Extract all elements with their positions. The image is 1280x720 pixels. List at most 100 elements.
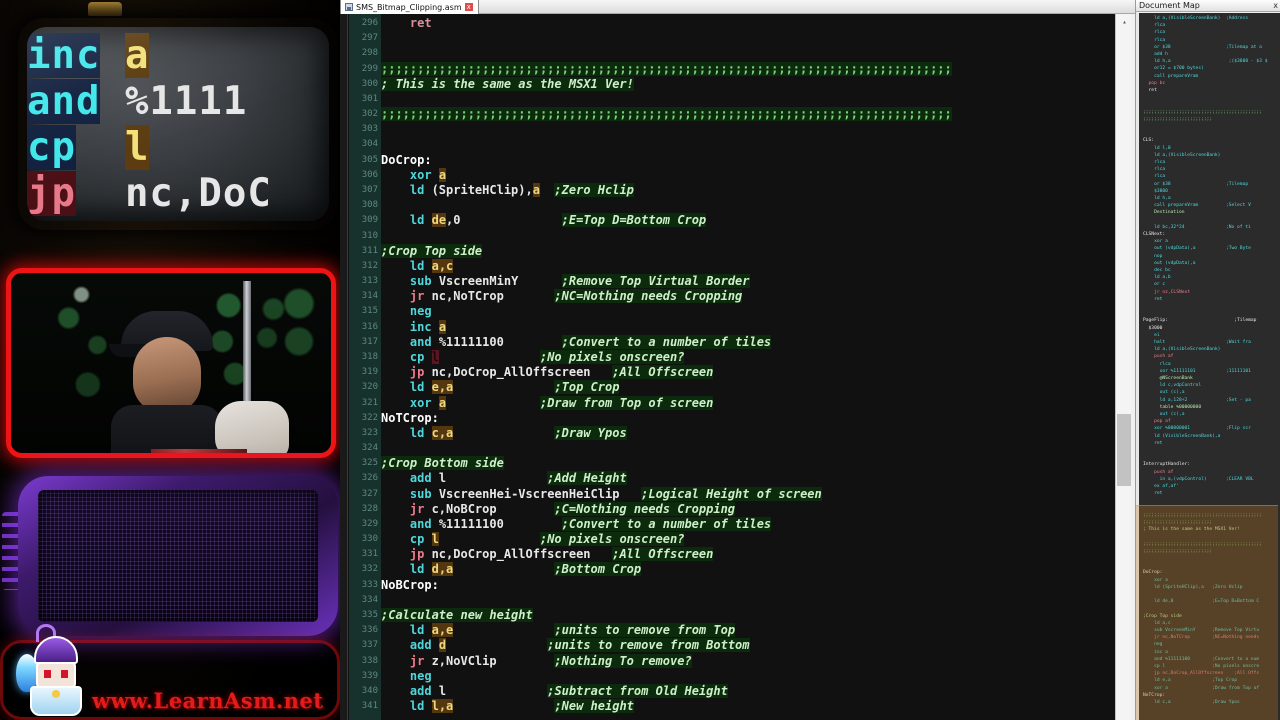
- line-number: 338: [361, 655, 378, 666]
- code-line[interactable]: add d ;units to remove from Bottom: [381, 638, 750, 653]
- code-line[interactable]: cp l ;No pixels onscreen?: [381, 349, 685, 365]
- document-map-token: rlca: [1143, 37, 1166, 43]
- code-token: neg: [409, 304, 432, 319]
- code-line[interactable]: ld e,a ;Top Crop: [381, 380, 620, 395]
- code-token: neg: [409, 668, 432, 683]
- code-line[interactable]: ld c,a ;Draw Ypos: [381, 425, 627, 441]
- code-line[interactable]: ld (SpriteHClip),a ;Zero Hclip: [381, 182, 634, 198]
- document-map-token: ld bc,32*24 ;No of ti: [1143, 224, 1251, 230]
- editor-vertical-scrollbar[interactable]: ▴: [1115, 14, 1131, 720]
- code-line[interactable]: ld l,a ;New height: [381, 699, 634, 714]
- document-map-token: ;;;;;;;;;;;;;;;;;;;;;;;;;: [1143, 548, 1213, 554]
- code-line[interactable]: add l ;Subtract from Old Height: [381, 683, 728, 699]
- code-line[interactable]: ld a,e ;units to remove from Top: [381, 623, 736, 638]
- line-number: 335: [361, 610, 378, 621]
- line-number: 339: [361, 670, 378, 681]
- code-token: ld: [409, 213, 425, 228]
- document-map-line: ret: [1143, 490, 1162, 496]
- document-map-line: call prepareVram: [1143, 73, 1198, 79]
- code-line[interactable]: neg: [381, 304, 432, 319]
- code-line[interactable]: NoTCrop:: [381, 411, 439, 426]
- code-token: ld: [409, 380, 425, 395]
- document-map-line: ld a,128+2 ;Set - pa: [1143, 397, 1251, 403]
- code-line[interactable]: NoBCrop:: [381, 578, 439, 593]
- document-map-token: out (c),a: [1143, 390, 1185, 396]
- tab-sms-bitmap-clipping-asm[interactable]: SMS_Bitmap_Clipping.asm x: [340, 0, 479, 14]
- scrollbar-thumb[interactable]: [1117, 414, 1131, 486]
- line-number: 301: [361, 93, 378, 104]
- code-token: ld: [409, 425, 425, 440]
- code-line[interactable]: inc a: [381, 319, 447, 335]
- document-map-line: ei: [1143, 332, 1160, 338]
- code-token: l: [431, 349, 439, 364]
- code-line[interactable]: ;Crop Bottom side: [381, 456, 504, 471]
- code-line[interactable]: sub VscreenMinY ;Remove Top Virtual Bord…: [381, 274, 750, 289]
- code-line[interactable]: cp l ;No pixels onscreen?: [381, 532, 685, 547]
- document-map-line: inc a: [1143, 649, 1168, 655]
- code-line[interactable]: ;;;;;;;;;;;;;;;;;;;;;;;;;;;;;;;;;;;;;;;;…: [381, 61, 952, 77]
- document-map-line: ld a,(VisibleScreenBank) ;Address: [1143, 15, 1251, 21]
- code-line[interactable]: xor a: [381, 167, 447, 183]
- line-number: 326: [361, 473, 378, 484]
- line-number: 303: [361, 124, 378, 135]
- code-line[interactable]: jr nc,NoTCrop ;NC=Nothing needs Cropping: [381, 289, 743, 304]
- code-token: jr: [409, 501, 425, 516]
- document-map-token: xor %00000001 ;Flip scr: [1143, 426, 1251, 432]
- code-line[interactable]: jr c,NoBCrop ;C=Nothing needs Cropping: [381, 501, 736, 517]
- document-map-token: ld a,128+2 ;Set - pa: [1143, 397, 1251, 403]
- code-line[interactable]: and %11111100 ;Convert to a number of ti…: [381, 516, 772, 532]
- code-line[interactable]: ;Calculate new height: [381, 608, 533, 623]
- document-map-line: ld (SpriteHClip),a ;Zero Hclip: [1143, 584, 1243, 590]
- document-map-content[interactable]: ld a,(VisibleScreenBank) ;Address rlca r…: [1139, 13, 1280, 720]
- code-line[interactable]: jp nc,DoCrop_AllOffscreen ;All Offscreen: [381, 365, 714, 380]
- document-map-token: ei: [1143, 332, 1160, 338]
- line-number: 320: [361, 382, 378, 393]
- code-line[interactable]: ld a,c: [381, 258, 454, 274]
- line-number: 297: [361, 33, 378, 44]
- code-line[interactable]: ; This is the same as the MSX1 Ver!: [381, 76, 634, 92]
- document-map-token: ex af,af': [1143, 484, 1179, 489]
- document-map-token: rlca: [1143, 361, 1171, 367]
- code-line[interactable]: ;;;;;;;;;;;;;;;;;;;;;;;;;;;;;;;;;;;;;;;;…: [381, 107, 952, 122]
- code-text-area[interactable]: 296 297 298 299 300 301 302 303 304 305 306 307 308 3…: [340, 14, 1115, 720]
- magnifier-mnemonic: and: [27, 79, 101, 124]
- code-line[interactable]: ld de,0 ;E=Top D=Bottom Crop: [381, 213, 707, 228]
- code-token: ;Remove Top Virtual Border: [561, 274, 750, 289]
- close-icon[interactable]: x: [1273, 1, 1278, 10]
- document-map-token: ld de,0 ;E=Top D=Bottom C: [1143, 599, 1260, 605]
- document-map-line: jp nc,DoCrop_AllOffscreen ;All Offs: [1143, 670, 1259, 676]
- document-map-token: InterruptHandler:: [1143, 462, 1191, 468]
- code-line[interactable]: and %11111100 ;Convert to a number of ti…: [381, 334, 772, 350]
- code-line[interactable]: neg: [381, 669, 432, 684]
- close-icon[interactable]: x: [464, 3, 473, 11]
- code-line[interactable]: ld d,a ;Bottom Crop: [381, 562, 642, 577]
- line-number: 314: [361, 291, 378, 302]
- code-line[interactable]: ret: [381, 16, 432, 31]
- document-map-line: $3800: [1143, 188, 1168, 194]
- code-line[interactable]: xor a ;Draw from Top of screen: [381, 395, 714, 411]
- code-content[interactable]: ret;;;;;;;;;;;;;;;;;;;;;;;;;;;;;;;;;;;;;…: [381, 14, 1115, 720]
- document-map-line: ld l,0: [1143, 145, 1171, 151]
- code-token: nc,NoTCrop: [424, 289, 504, 304]
- wizard-eye-right: [61, 670, 68, 678]
- document-map-token: or $38 ;Tilemap at a: [1143, 44, 1262, 50]
- document-map-line: ld de,0 ;E=Top D=Bottom C: [1143, 598, 1260, 605]
- line-number: 302: [361, 109, 378, 120]
- code-line[interactable]: add l ;Add Height: [381, 471, 627, 486]
- code-token: de: [431, 213, 447, 228]
- code-line[interactable]: DoCrop:: [381, 153, 432, 168]
- code-token: ;Logical Height of screen: [641, 486, 822, 501]
- code-line[interactable]: jp nc,DoCrop_AllOffscreen ;All Offscreen: [381, 547, 714, 562]
- code-line[interactable]: jr z,NoVClip ;Nothing To remove?: [381, 653, 692, 669]
- code-token: jp: [409, 365, 425, 380]
- code-token: NoTCrop:: [381, 410, 439, 425]
- code-line[interactable]: ;Crop Top side: [381, 243, 483, 259]
- document-map-token: inc a: [1143, 649, 1168, 655]
- code-line[interactable]: sub VscreenHei-VscreenHeiClip ;Logical H…: [381, 486, 822, 502]
